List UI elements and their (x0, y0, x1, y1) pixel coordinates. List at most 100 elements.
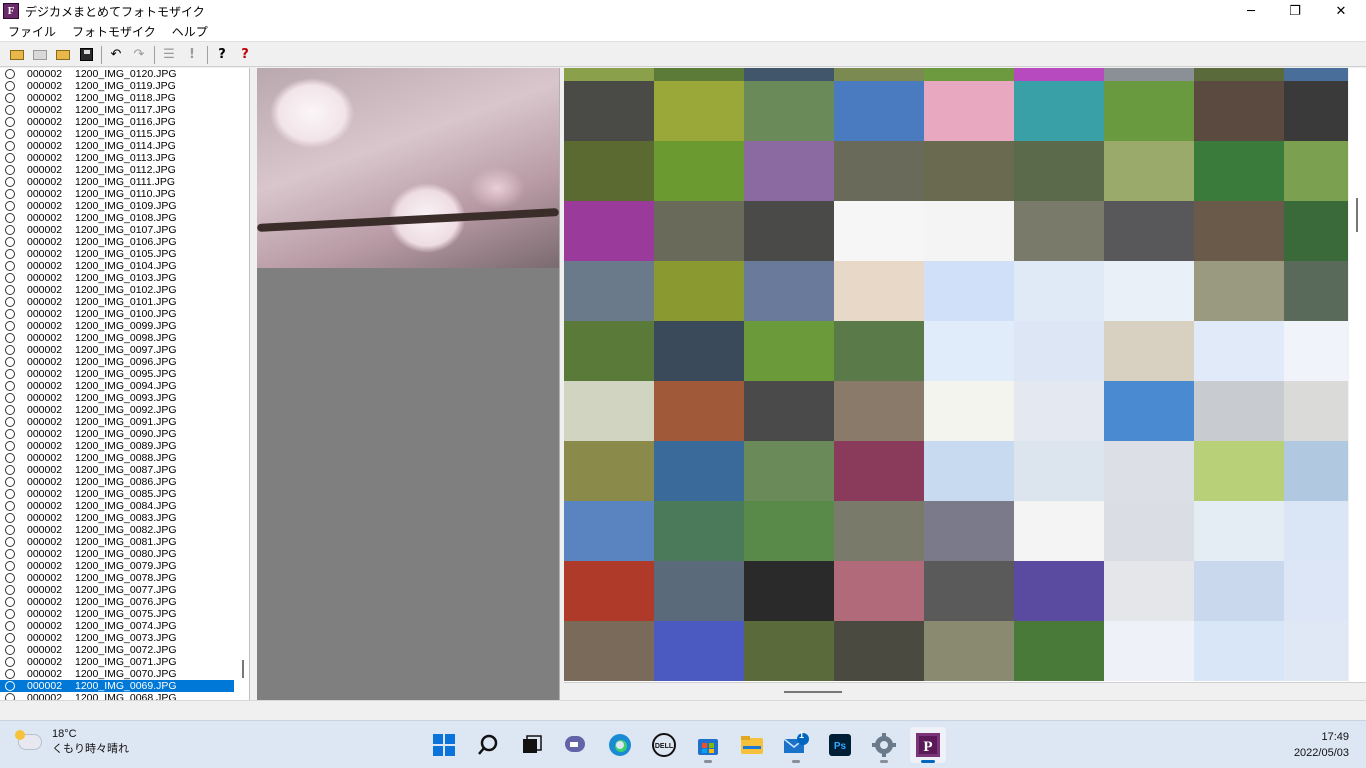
mosaic-tile[interactable] (1104, 68, 1194, 81)
mosaic-tile[interactable] (1284, 381, 1348, 441)
mosaic-tile[interactable] (564, 261, 654, 321)
file-list-item[interactable]: 000002 1200_IMG_0116.JPG (0, 116, 249, 128)
file-list-item[interactable]: 000002 1200_IMG_0090.JPG (0, 428, 249, 440)
file-list-item[interactable]: 000002 1200_IMG_0086.JPG (0, 476, 249, 488)
mosaic-tile[interactable] (834, 501, 924, 561)
mosaic-tile[interactable] (654, 381, 744, 441)
file-list-item[interactable]: 000002 1200_IMG_0118.JPG (0, 92, 249, 104)
mosaic-tile[interactable] (564, 381, 654, 441)
photoshop-button[interactable]: Ps (822, 727, 858, 763)
radio-circle-icon[interactable] (5, 309, 15, 319)
radio-circle-icon[interactable] (5, 225, 15, 235)
mosaic-tile[interactable] (1014, 141, 1104, 201)
open-images-button[interactable] (29, 45, 51, 65)
radio-circle-icon[interactable] (5, 165, 15, 175)
file-list-item[interactable]: 000002 1200_IMG_0077.JPG (0, 584, 249, 596)
mosaic-tile[interactable] (1194, 321, 1284, 381)
mosaic-tile[interactable] (924, 141, 1014, 201)
radio-circle-icon[interactable] (5, 141, 15, 151)
redo-button[interactable]: ↷ (128, 45, 150, 65)
mosaic-tile[interactable] (1104, 441, 1194, 501)
mosaic-tile[interactable] (654, 261, 744, 321)
file-list-item[interactable]: 000002 1200_IMG_0070.JPG (0, 668, 249, 680)
file-list-item[interactable]: 000002 1200_IMG_0088.JPG (0, 452, 249, 464)
mosaic-tile[interactable] (564, 501, 654, 561)
mosaic-tile[interactable] (924, 321, 1014, 381)
mosaic-tile[interactable] (654, 501, 744, 561)
close-button[interactable]: ✕ (1318, 0, 1364, 22)
radio-circle-icon[interactable] (5, 645, 15, 655)
mosaic-tile[interactable] (1194, 68, 1284, 81)
radio-circle-icon[interactable] (5, 549, 15, 559)
mosaic-tile[interactable] (1104, 381, 1194, 441)
mosaic-tile[interactable] (1014, 81, 1104, 141)
radio-circle-icon[interactable] (5, 501, 15, 511)
mosaic-tile[interactable] (1014, 501, 1104, 561)
radio-circle-icon[interactable] (5, 489, 15, 499)
file-list-item[interactable]: 000002 1200_IMG_0069.JPG (0, 680, 234, 692)
mosaic-tile[interactable] (1284, 561, 1348, 621)
file-list-item[interactable]: 000002 1200_IMG_0073.JPG (0, 632, 249, 644)
mosaic-tile[interactable] (744, 68, 834, 81)
mosaic-tile[interactable] (564, 441, 654, 501)
mosaic-tile[interactable] (924, 261, 1014, 321)
mosaic-tile[interactable] (1104, 261, 1194, 321)
mosaic-tile[interactable] (834, 81, 924, 141)
mosaic-vertical-scrollbar[interactable] (1349, 68, 1366, 682)
radio-circle-icon[interactable] (5, 129, 15, 139)
file-list-item[interactable]: 000002 1200_IMG_0108.JPG (0, 212, 249, 224)
file-list-item[interactable]: 000002 1200_IMG_0074.JPG (0, 620, 249, 632)
file-list[interactable]: 000002 1200_IMG_0120.JPG 000002 1200_IMG_01… (0, 68, 250, 700)
file-list-item[interactable]: 000002 1200_IMG_0111.JPG (0, 176, 249, 188)
weather-widget[interactable]: 18°C くもり時々晴れ (15, 727, 129, 757)
mosaic-tile[interactable] (564, 81, 654, 141)
mosaic-tile[interactable] (1104, 81, 1194, 141)
start-button[interactable] (426, 727, 462, 763)
file-list-item[interactable]: 000002 1200_IMG_0080.JPG (0, 548, 249, 560)
file-list-item[interactable]: 000002 1200_IMG_0117.JPG (0, 104, 249, 116)
mosaic-tile[interactable] (834, 381, 924, 441)
file-list-item[interactable]: 000002 1200_IMG_0100.JPG (0, 308, 249, 320)
radio-circle-icon[interactable] (5, 153, 15, 163)
mosaic-tile[interactable] (654, 81, 744, 141)
edge-button[interactable] (602, 727, 638, 763)
mosaic-tile[interactable] (1284, 81, 1348, 141)
radio-circle-icon[interactable] (5, 201, 15, 211)
radio-circle-icon[interactable] (5, 213, 15, 223)
mosaic-tile[interactable] (654, 68, 744, 81)
file-list-item[interactable]: 000002 1200_IMG_0093.JPG (0, 392, 249, 404)
settings-button[interactable] (866, 727, 902, 763)
mosaic-tile[interactable] (924, 441, 1014, 501)
radio-circle-icon[interactable] (5, 405, 15, 415)
radio-circle-icon[interactable] (5, 465, 15, 475)
teams-chat-button[interactable] (558, 727, 594, 763)
file-list-item[interactable]: 000002 1200_IMG_0107.JPG (0, 224, 249, 236)
explorer-button[interactable] (734, 727, 770, 763)
mosaic-tile[interactable] (1104, 621, 1194, 681)
mosaic-tile[interactable] (924, 561, 1014, 621)
mosaic-tile[interactable] (744, 261, 834, 321)
mosaic-tile[interactable] (1104, 501, 1194, 561)
mosaic-tile[interactable] (564, 68, 654, 81)
file-list-item[interactable]: 000002 1200_IMG_0114.JPG (0, 140, 249, 152)
mosaic-tile[interactable] (834, 441, 924, 501)
file-list-item[interactable]: 000002 1200_IMG_0120.JPG (0, 68, 249, 80)
radio-circle-icon[interactable] (5, 369, 15, 379)
radio-circle-icon[interactable] (5, 345, 15, 355)
file-list-item[interactable]: 000002 1200_IMG_0109.JPG (0, 200, 249, 212)
radio-circle-icon[interactable] (5, 69, 15, 79)
mosaic-tile[interactable] (1194, 261, 1284, 321)
file-list-item[interactable]: 000002 1200_IMG_0072.JPG (0, 644, 249, 656)
mosaic-tile[interactable] (1194, 381, 1284, 441)
store-button[interactable] (690, 727, 726, 763)
mosaic-tile[interactable] (924, 68, 1014, 81)
file-list-item[interactable]: 000002 1200_IMG_0101.JPG (0, 296, 249, 308)
radio-circle-icon[interactable] (5, 357, 15, 367)
mosaic-tile[interactable] (744, 381, 834, 441)
mosaic-tile[interactable] (834, 321, 924, 381)
mosaic-tile[interactable] (654, 561, 744, 621)
file-list-item[interactable]: 000002 1200_IMG_0110.JPG (0, 188, 249, 200)
mosaic-tile[interactable] (744, 81, 834, 141)
mosaic-tile[interactable] (1014, 321, 1104, 381)
mosaic-tile[interactable] (924, 501, 1014, 561)
